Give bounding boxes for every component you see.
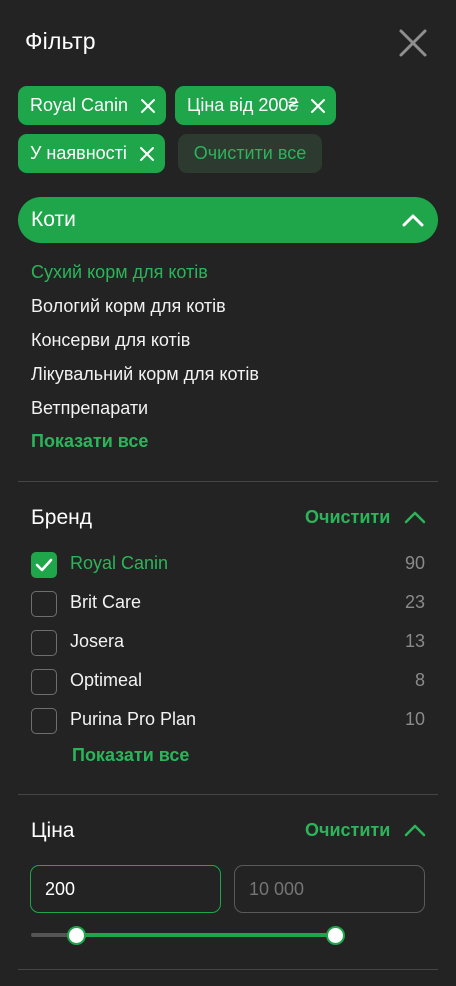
checkbox[interactable] bbox=[31, 669, 57, 695]
brand-option-purina-pro-plan[interactable]: Purina Pro Plan 10 bbox=[31, 708, 425, 734]
subcategory-vet-diet[interactable]: Лікувальний корм для котів bbox=[31, 364, 259, 385]
brand-name: Royal Canin bbox=[70, 553, 169, 573]
subcategory-canned-food[interactable]: Консерви для котів bbox=[31, 330, 190, 351]
close-button[interactable] bbox=[396, 26, 430, 60]
subcategory-vet-drugs[interactable]: Ветпрепарати bbox=[31, 398, 148, 419]
price-max-input[interactable] bbox=[234, 865, 425, 913]
price-slider-range bbox=[76, 933, 336, 937]
chip-label: У наявності bbox=[30, 143, 127, 163]
subcategory-dry-food[interactable]: Сухий корм для котів bbox=[31, 262, 208, 283]
category-header-cats[interactable]: Коти bbox=[18, 197, 438, 243]
show-all-brands-link[interactable]: Показати все bbox=[72, 745, 189, 766]
check-icon bbox=[35, 558, 53, 572]
subcategory-wet-food[interactable]: Вологий корм для котів bbox=[31, 296, 226, 317]
remove-chip-icon[interactable] bbox=[139, 146, 155, 162]
price-slider-max-handle[interactable] bbox=[326, 926, 345, 945]
chevron-up-icon[interactable] bbox=[404, 823, 426, 837]
checkbox[interactable] bbox=[31, 591, 57, 617]
divider bbox=[18, 969, 438, 970]
chip-label: Ціна від 200₴ bbox=[187, 95, 299, 115]
clear-all-button[interactable]: Очистити все bbox=[178, 134, 322, 173]
divider bbox=[18, 794, 438, 795]
category-title: Коти bbox=[31, 208, 76, 231]
filter-chip-royal-canin[interactable]: Royal Canin bbox=[18, 86, 167, 125]
brand-option-brit-care[interactable]: Brit Care 23 bbox=[31, 591, 425, 617]
show-all-categories-link[interactable]: Показати все bbox=[31, 431, 148, 452]
brand-name: Optimeal bbox=[70, 670, 143, 690]
brand-count: 13 bbox=[404, 631, 425, 651]
brand-name: Brit Care bbox=[70, 592, 142, 612]
chevron-up-icon[interactable] bbox=[404, 510, 426, 524]
brand-name: Josera bbox=[70, 631, 125, 651]
brand-count: 90 bbox=[404, 553, 425, 573]
price-slider-min-handle[interactable] bbox=[67, 926, 86, 945]
divider bbox=[18, 481, 438, 482]
brand-name: Purina Pro Plan bbox=[70, 709, 197, 729]
brand-count: 8 bbox=[414, 670, 425, 690]
checkbox[interactable] bbox=[31, 708, 57, 734]
brand-count: 10 bbox=[404, 709, 425, 729]
brand-option-royal-canin[interactable]: Royal Canin 90 bbox=[31, 552, 425, 578]
close-icon bbox=[399, 29, 427, 57]
brand-option-optimeal[interactable]: Optimeal 8 bbox=[31, 669, 425, 695]
page-title: Фільтр bbox=[25, 28, 96, 54]
filter-chip-in-stock[interactable]: У наявності bbox=[18, 134, 165, 173]
remove-chip-icon[interactable] bbox=[310, 98, 326, 114]
price-section-title: Ціна bbox=[31, 819, 75, 842]
brand-section-title: Бренд bbox=[31, 506, 92, 529]
price-min-input[interactable] bbox=[30, 865, 221, 913]
brand-count: 23 bbox=[404, 592, 425, 612]
checkbox[interactable] bbox=[31, 630, 57, 656]
brand-option-josera[interactable]: Josera 13 bbox=[31, 630, 425, 656]
chip-label: Royal Canin bbox=[30, 95, 129, 115]
filter-chip-price[interactable]: Ціна від 200₴ bbox=[175, 86, 337, 125]
checkbox[interactable] bbox=[31, 552, 57, 578]
remove-chip-icon[interactable] bbox=[140, 98, 156, 114]
chevron-up-icon bbox=[402, 214, 424, 227]
brand-clear-button[interactable]: Очистити bbox=[305, 507, 390, 528]
price-clear-button[interactable]: Очистити bbox=[305, 820, 390, 841]
